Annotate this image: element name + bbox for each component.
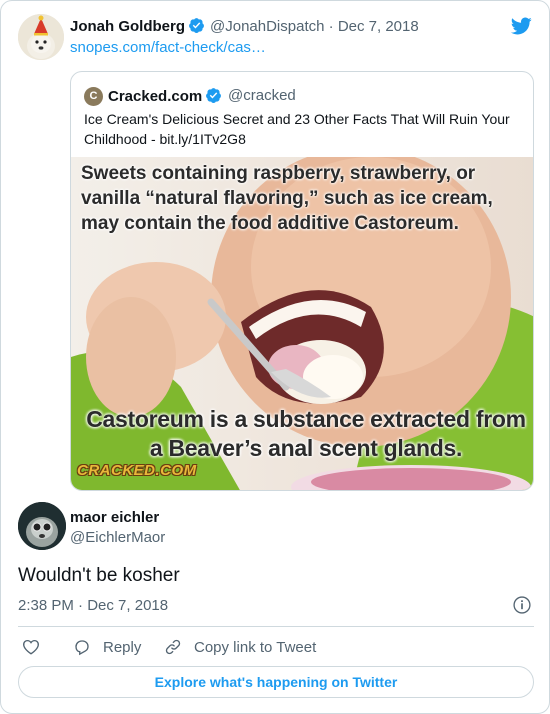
quoted-tweet-card[interactable]: C Cracked.com @cracked Ice Cream's Delic… (70, 71, 534, 491)
meme-image[interactable]: Sweets containing raspberry, strawberry,… (71, 157, 533, 490)
copy-link-label: Copy link to Tweet (194, 638, 317, 656)
quoting-user-handle-date[interactable]: @JonahDispatch · Dec 7, 2018 (210, 18, 419, 35)
cracked-watermark: CRACKED.COM (77, 462, 197, 479)
cracked-avatar[interactable]: C (84, 87, 103, 106)
tweet-embed: Jonah Goldberg @JonahDispatch · Dec 7, 2… (0, 0, 550, 714)
meme-top-caption: Sweets containing raspberry, strawberry,… (81, 163, 493, 234)
author-handle[interactable]: @EichlerMaor (70, 529, 165, 546)
quoting-user-handle: @JonahDispatch (210, 18, 325, 35)
quoted-tweet-text: Ice Cream's Delicious Secret and 23 Othe… (84, 111, 510, 147)
info-icon[interactable] (512, 595, 532, 615)
quoting-user-avatar[interactable] (18, 14, 64, 60)
twitter-bird-icon[interactable] (509, 15, 533, 37)
copy-link-button[interactable]: Copy link to Tweet (164, 637, 316, 657)
cracked-name-text: Cracked.com (108, 88, 203, 105)
verified-badge-icon (206, 88, 222, 103)
reply-bubble-icon (75, 640, 89, 656)
quoting-user-name[interactable]: Jonah Goldberg (70, 17, 205, 35)
tweet-timestamp[interactable]: 2:38 PM · Dec 7, 2018 (18, 597, 168, 614)
tweet-text: Wouldn't be kosher (18, 565, 180, 586)
reply-button[interactable]: Reply (73, 637, 141, 657)
cracked-handle[interactable]: @cracked (228, 87, 296, 104)
quoting-user-name-text: Jonah Goldberg (70, 18, 186, 35)
author-name[interactable]: maor eichler (70, 509, 159, 526)
heart-icon (23, 639, 39, 655)
link-icon (165, 639, 181, 655)
cracked-name[interactable]: Cracked.com (108, 87, 222, 105)
divider (18, 626, 534, 627)
tweet-time: 2:38 PM (18, 597, 74, 614)
author-avatar[interactable] (18, 502, 66, 550)
meme-bottom-caption: Castoreum is a substance extracted from … (86, 406, 526, 461)
snopes-link[interactable]: snopes.com/fact-check/cas… (70, 39, 266, 56)
reply-label: Reply (103, 638, 142, 656)
verified-badge-icon (189, 18, 204, 33)
tweet-date: Dec 7, 2018 (87, 597, 169, 614)
explore-twitter-button[interactable]: Explore what's happening on Twitter (18, 666, 534, 698)
like-button[interactable] (22, 637, 52, 657)
quoting-tweet-date: Dec 7, 2018 (337, 18, 419, 35)
